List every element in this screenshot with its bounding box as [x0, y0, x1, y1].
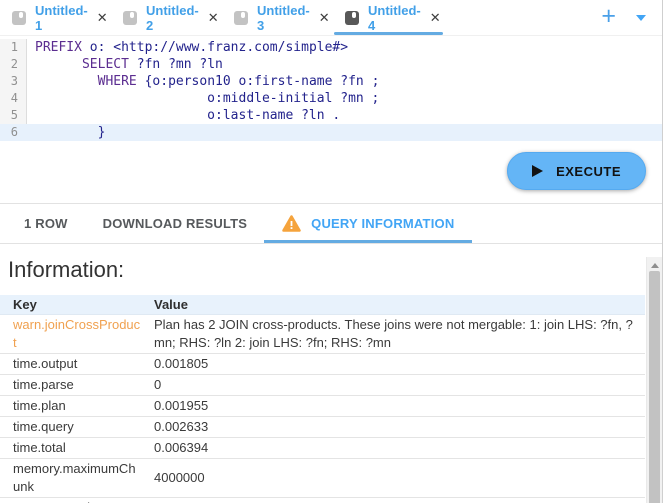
save-icon	[12, 11, 26, 25]
table-row: memory.maximumChunk4000000	[0, 459, 645, 498]
key-cell: memory.maximumMap	[0, 498, 148, 503]
results-tab-label: DOWNLOAD RESULTS	[103, 216, 248, 231]
vertical-scrollbar[interactable]	[646, 257, 662, 503]
value-cell: 0.002633	[148, 417, 645, 438]
tab-bar-actions: +	[601, 0, 662, 35]
line-number: 3	[0, 73, 27, 90]
code-line[interactable]: 1PREFIX o: <http://www.franz.com/simple#…	[0, 39, 662, 56]
value-cell: 8036000	[148, 498, 645, 503]
warning-icon	[282, 215, 301, 232]
results-tab-query-information[interactable]: QUERY INFORMATION	[264, 204, 472, 243]
code-text: o:last-name ?ln .	[27, 107, 662, 124]
results-tab-bar: 1 ROW DOWNLOAD RESULTS QUERY INFORMATION	[0, 203, 662, 244]
tab-label: Untitled-3	[257, 3, 310, 33]
key-column-header: Key	[0, 295, 148, 315]
results-tab-label: QUERY INFORMATION	[311, 216, 454, 231]
key-cell: time.parse	[0, 375, 148, 396]
code-lines[interactable]: 1PREFIX o: <http://www.franz.com/simple#…	[0, 36, 662, 141]
line-number: 4	[0, 90, 27, 107]
code-line[interactable]: 3 WHERE {o:person10 o:first-name ?fn ;	[0, 73, 662, 90]
code-line[interactable]: 2 SELECT ?fn ?mn ?ln	[0, 56, 662, 73]
value-cell: 0.001955	[148, 396, 645, 417]
tab-label: Untitled-4	[368, 3, 421, 33]
code-text: WHERE {o:person10 o:first-name ?fn ;	[27, 73, 662, 90]
value-cell: 0.001805	[148, 354, 645, 375]
key-cell: time.plan	[0, 396, 148, 417]
code-line[interactable]: 6 }	[0, 124, 662, 141]
table-row: memory.maximumMap8036000	[0, 498, 645, 503]
results-tab-1-row[interactable]: 1 ROW	[0, 204, 92, 243]
value-cell: Plan has 2 JOIN cross-products. These jo…	[148, 315, 645, 354]
close-icon[interactable]: ✕	[97, 10, 108, 26]
value-cell: 4000000	[148, 459, 645, 498]
play-icon	[532, 165, 543, 177]
value-column-header: Value	[148, 295, 645, 315]
line-number: 6	[0, 124, 27, 141]
table-header-row: Key Value	[0, 295, 645, 315]
close-icon[interactable]: ✕	[319, 10, 330, 26]
save-icon	[234, 11, 248, 25]
save-icon	[345, 11, 359, 25]
editor-tab-untitled-1[interactable]: Untitled-1 ✕	[0, 0, 111, 35]
close-icon[interactable]: ✕	[430, 10, 441, 26]
table-row: warn.joinCrossProductPlan has 2 JOIN cro…	[0, 315, 645, 354]
tab-label: Untitled-1	[35, 3, 88, 33]
close-icon[interactable]: ✕	[208, 10, 219, 26]
save-icon	[123, 11, 137, 25]
information-heading: Information:	[8, 257, 654, 283]
key-cell: time.query	[0, 417, 148, 438]
key-cell: time.total	[0, 438, 148, 459]
sparql-query-editor[interactable]: 1PREFIX o: <http://www.franz.com/simple#…	[0, 36, 662, 203]
code-text: }	[27, 124, 662, 141]
key-cell: time.output	[0, 354, 148, 375]
code-text: PREFIX o: <http://www.franz.com/simple#>	[27, 39, 662, 56]
editor-tab-untitled-4[interactable]: Untitled-4 ✕	[333, 0, 444, 35]
scrollbar-up-arrow[interactable]	[651, 263, 659, 268]
table-row: time.output0.001805	[0, 354, 645, 375]
results-tab-label: 1 ROW	[24, 216, 68, 231]
new-tab-button plus-icon[interactable]: +	[601, 4, 616, 29]
line-number: 5	[0, 107, 27, 124]
table-row: time.parse0	[0, 375, 645, 396]
code-text: o:middle-initial ?mn ;	[27, 90, 662, 107]
allegrograph-query-view: Untitled-1✕Untitled-2✕Untitled-3✕Untitle…	[0, 0, 663, 503]
table-row: time.query0.002633	[0, 417, 645, 438]
information-table: Key Value warn.joinCrossProductPlan has …	[0, 295, 645, 503]
tab-menu-button caret-down-icon[interactable]	[636, 15, 646, 21]
line-number: 1	[0, 39, 27, 56]
editor-tab-untitled-2[interactable]: Untitled-2 ✕	[111, 0, 222, 35]
value-cell: 0	[148, 375, 645, 396]
code-line[interactable]: 5 o:last-name ?ln .	[0, 107, 662, 124]
execute-label: EXECUTE	[556, 164, 621, 179]
code-line[interactable]: 4 o:middle-initial ?mn ;	[0, 90, 662, 107]
execute-button[interactable]: EXECUTE	[507, 152, 646, 190]
tab-label: Untitled-2	[146, 3, 199, 33]
query-information-panel: Information: Key Value warn.joinCrossPro…	[0, 257, 662, 503]
line-number: 2	[0, 56, 27, 73]
value-cell: 0.006394	[148, 438, 645, 459]
table-row: time.total0.006394	[0, 438, 645, 459]
table-row: time.plan0.001955	[0, 396, 645, 417]
scrollbar-thumb[interactable]	[649, 271, 660, 503]
query-tab-bar: Untitled-1✕Untitled-2✕Untitled-3✕Untitle…	[0, 0, 662, 36]
results-tab-download-results[interactable]: DOWNLOAD RESULTS	[92, 204, 259, 243]
key-cell: memory.maximumChunk	[0, 459, 148, 498]
key-cell: warn.joinCrossProduct	[0, 315, 148, 354]
editor-tab-untitled-3[interactable]: Untitled-3 ✕	[222, 0, 333, 35]
code-text: SELECT ?fn ?mn ?ln	[27, 56, 662, 73]
